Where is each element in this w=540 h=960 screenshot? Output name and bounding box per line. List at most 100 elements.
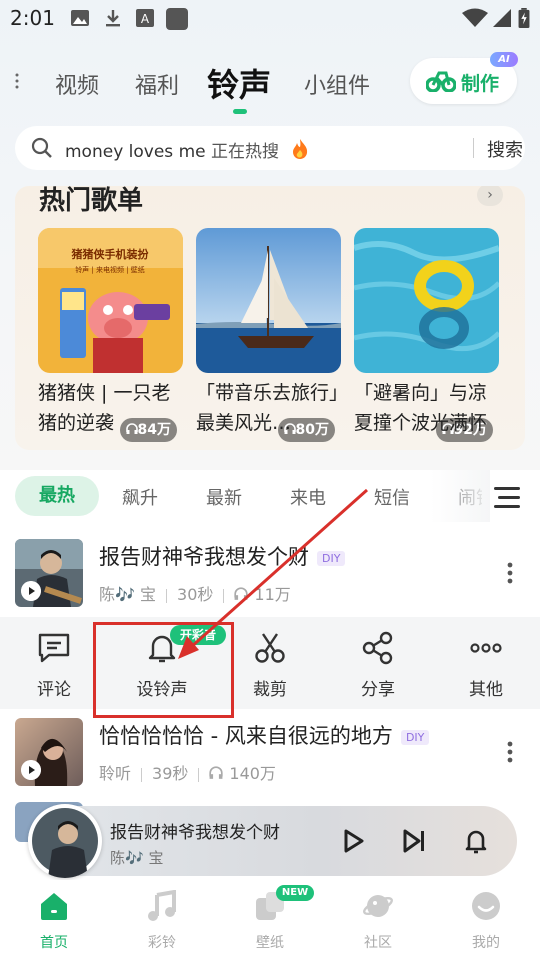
category-tab-sms[interactable]: 短信 — [374, 484, 410, 510]
ringtone-plays: 11万 — [254, 585, 291, 604]
bottom-nav-color-ring-label: 彩铃 — [148, 935, 176, 951]
make-icon — [426, 71, 456, 92]
svg-text:铃声 | 来电视频 | 壁纸: 铃声 | 来电视频 | 壁纸 — [75, 265, 145, 274]
tab-indicator — [233, 109, 247, 114]
play-icon[interactable] — [21, 760, 41, 780]
svg-text:A: A — [141, 12, 150, 26]
sailboat-cover-image — [196, 228, 341, 373]
bottom-nav: 首页 彩铃 NEW 壁纸 社区 我的 — [0, 880, 540, 960]
ringtone-title-text: 恰恰恰恰恰 - 风来自很远的地方 — [99, 724, 393, 748]
status-bar: 2:01 A — [0, 0, 540, 38]
planet-icon — [363, 895, 393, 917]
search-button[interactable]: 搜索 — [487, 136, 523, 162]
more-options-icon[interactable] — [506, 561, 514, 585]
diy-badge: DIY — [317, 550, 346, 566]
bottom-nav-community[interactable]: 社区 — [324, 880, 432, 960]
tab-ringtone[interactable]: 铃声 — [207, 60, 271, 106]
ringtone-list-item[interactable]: 报告财神爷我想发个财 DIY 陈🎶 宝 30秒 11万 — [0, 531, 540, 617]
playlist-cover — [196, 228, 341, 373]
hot-playlists-card: 热门歌单 › 猪猪侠手机装扮 铃声 | 来电视频 | 壁纸 84万 猪猪侠 | … — [15, 186, 525, 450]
search-divider — [473, 138, 474, 158]
hot-playlists-title: 热门歌单 — [39, 186, 144, 216]
side-menu-icon[interactable] — [14, 72, 20, 90]
headphone-icon — [234, 587, 249, 600]
mini-player-cover-image — [32, 808, 98, 878]
play-icon[interactable] — [340, 828, 366, 854]
category-tabs: 最热 飙升 最新 来电 短信 闹钟 — [0, 470, 540, 522]
bottom-nav-color-ring[interactable]: 彩铃 — [108, 880, 216, 960]
other-label: 其他 — [469, 680, 503, 700]
category-tab-rising[interactable]: 飙升 — [122, 484, 158, 510]
tab-video[interactable]: 视频 — [55, 68, 99, 100]
pig-hero-cover-image: 猪猪侠手机装扮 铃声 | 来电视频 | 壁纸 — [38, 228, 183, 373]
tabs-fade — [430, 470, 490, 522]
playlist-title: 「避暑向」与凉夏撞个波光满怀 — [354, 382, 488, 434]
share-action[interactable]: 分享 — [324, 617, 432, 709]
make-button[interactable]: 制作 AI — [410, 52, 518, 104]
bottom-nav-me-label: 我的 — [472, 935, 500, 951]
category-tab-call[interactable]: 来电 — [290, 484, 326, 510]
ringtone-meta: 陈🎶 宝 30秒 11万 — [99, 581, 291, 605]
a-icon: A — [136, 9, 154, 27]
bell-icon[interactable] — [463, 828, 489, 854]
menu-icon[interactable] — [494, 486, 520, 508]
top-nav: 视频 福利 铃声 小组件 制作 AI — [0, 50, 540, 120]
playlist-card[interactable]: 80万 「带音乐去旅行」最美风光… — [196, 228, 341, 448]
share-icon — [362, 631, 393, 665]
playlist-card[interactable]: 92万 「避暑向」与凉夏撞个波光满怀 — [354, 228, 499, 448]
bottom-nav-home[interactable]: 首页 — [0, 880, 108, 960]
search-hint: 正在热搜 — [211, 142, 279, 162]
fire-icon — [293, 139, 308, 159]
category-tab-newest[interactable]: 最新 — [206, 484, 242, 510]
ringtone-thumbnail — [15, 718, 83, 786]
svg-text:猪猪侠手机装扮: 猪猪侠手机装扮 — [71, 247, 149, 261]
mini-player-cover — [28, 804, 102, 878]
mini-player[interactable]: 报告财神爷我想发个财 陈🎶 宝 — [28, 804, 517, 878]
bottom-nav-wallpaper[interactable]: NEW 壁纸 — [216, 880, 324, 960]
playlist-card[interactable]: 猪猪侠手机装扮 铃声 | 来电视频 | 壁纸 84万 猪猪侠 | 一只老猪的逆袭 — [38, 228, 183, 448]
image-icon — [71, 10, 89, 26]
comment-label: 评论 — [37, 680, 71, 700]
bottom-nav-community-label: 社区 — [364, 935, 392, 951]
bottom-nav-home-label: 首页 — [40, 935, 68, 951]
new-badge: NEW — [276, 885, 314, 901]
category-tab-hot[interactable]: 最热 — [15, 476, 99, 516]
ai-badge: AI — [490, 52, 518, 67]
ringtone-artist: 陈🎶 宝 — [99, 585, 157, 604]
music-note-icon — [148, 890, 176, 921]
search-icon — [31, 137, 52, 158]
play-icon[interactable] — [21, 581, 41, 601]
search-query: money loves me — [65, 142, 206, 162]
profile-icon — [472, 892, 500, 920]
download-icon — [106, 10, 120, 27]
share-label: 分享 — [361, 680, 395, 700]
search-bar[interactable]: money loves me 正在热搜 搜索 — [15, 126, 525, 170]
comment-icon — [38, 633, 70, 663]
ringtone-title-text: 报告财神爷我想发个财 — [99, 545, 309, 569]
bottom-nav-me[interactable]: 我的 — [432, 880, 540, 960]
ringtone-title: 报告财神爷我想发个财 DIY — [99, 541, 346, 571]
ringtone-plays: 140万 — [229, 764, 276, 783]
bottom-nav-wallpaper-label: 壁纸 — [256, 935, 284, 951]
playlist-title: 「带音乐去旅行」最美风光… — [196, 382, 339, 434]
scissors-icon — [255, 633, 285, 663]
next-track-icon[interactable] — [401, 828, 427, 854]
wifi-icon — [462, 8, 488, 27]
app-icon — [166, 8, 188, 30]
ringtone-list-item[interactable]: 恰恰恰恰恰 - 风来自很远的地方 DIY 聆听 39秒 140万 — [0, 710, 540, 796]
more-icon — [470, 643, 502, 653]
ringtone-action-bar: 评论 开彩音 设铃声 裁剪 分享 其他 — [0, 617, 540, 709]
ringtone-title: 恰恰恰恰恰 - 风来自很远的地方 DIY — [99, 720, 430, 750]
tab-widget[interactable]: 小组件 — [304, 68, 370, 100]
tab-welfare[interactable]: 福利 — [135, 68, 179, 100]
highlight-box — [93, 622, 234, 718]
chevron-right-icon[interactable]: › — [477, 186, 503, 206]
ringtone-meta: 聆听 39秒 140万 — [99, 760, 276, 784]
other-action[interactable]: 其他 — [432, 617, 540, 709]
make-label: 制作 — [461, 73, 500, 95]
more-options-icon[interactable] — [506, 740, 514, 764]
pool-float-cover-image — [354, 228, 499, 373]
mini-player-title: 报告财神爷我想发个财 — [110, 823, 280, 843]
ringtone-artist: 聆听 — [99, 764, 132, 783]
comment-action[interactable]: 评论 — [0, 617, 108, 709]
